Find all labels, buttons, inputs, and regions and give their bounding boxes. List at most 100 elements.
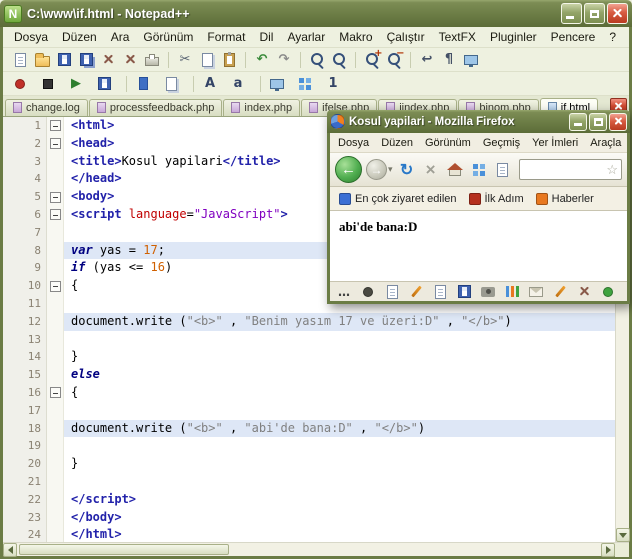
fold-toggle[interactable] (49, 191, 61, 203)
save-all-icon[interactable] (75, 50, 97, 70)
menu-al-t-r[interactable]: Çalıştır (380, 28, 432, 46)
bookmark-en-ok-ziyaret-edilen[interactable]: En çok ziyaret edilen (334, 191, 462, 207)
macro-record-icon[interactable] (9, 74, 31, 94)
history-dropdown-button[interactable]: ▾ (388, 164, 393, 175)
horizontal-scrollbar[interactable] (3, 542, 629, 557)
more-options-icon[interactable]: … (335, 284, 353, 300)
undo-icon[interactable]: ↶ (251, 50, 273, 70)
tab-index.php[interactable]: index.php (223, 99, 301, 116)
maximize-button[interactable] (584, 3, 605, 24)
chart-icon[interactable] (503, 284, 521, 300)
firefox-minimize-button[interactable] (569, 112, 587, 131)
close-button[interactable] (607, 3, 628, 24)
refresh-button[interactable]: ↻ (397, 159, 417, 181)
bookmark-icon[interactable] (132, 74, 154, 94)
menu-yer-i-mleri[interactable]: Yer İmleri (526, 135, 584, 151)
menu-pencere[interactable]: Pencere (544, 28, 603, 46)
menu-format[interactable]: Format (200, 28, 252, 46)
close-all-icon[interactable] (119, 50, 141, 70)
bookmarks-grid-button[interactable] (469, 159, 489, 181)
close-small-icon[interactable] (575, 284, 593, 300)
print-icon[interactable] (141, 50, 163, 70)
macro-play-icon[interactable]: ▶ (65, 74, 87, 94)
doc-map-icon[interactable] (266, 74, 288, 94)
cut-icon[interactable]: ✂ (174, 50, 196, 70)
menu-ara-la[interactable]: Araçla (584, 135, 627, 151)
firefox-titlebar[interactable]: Kosul yapilari - Mozilla Firefox (327, 110, 630, 133)
copy-icon[interactable] (196, 50, 218, 70)
menu-makro[interactable]: Makro (332, 28, 379, 46)
mail-icon (529, 286, 543, 297)
zoom-out-icon[interactable]: − (383, 48, 405, 70)
scroll-left-button[interactable] (3, 543, 17, 557)
menu-textfx[interactable]: TextFX (432, 28, 483, 46)
doc-pair-icon[interactable] (160, 74, 182, 94)
menu-ge-mi[interactable]: Geçmiş (477, 135, 526, 151)
scroll-down-button[interactable] (616, 528, 630, 542)
fold-toggle[interactable] (49, 387, 61, 399)
status-green-icon[interactable] (599, 284, 617, 300)
horizontal-scroll-track[interactable] (17, 543, 601, 556)
notepadpp-titlebar[interactable]: N C:\www\if.html - Notepad++ (0, 0, 632, 27)
minimize-button[interactable] (561, 3, 582, 24)
open-file-icon[interactable] (31, 50, 53, 70)
redo-icon[interactable]: ↷ (273, 50, 295, 70)
horizontal-scroll-thumb[interactable] (19, 544, 230, 555)
forward-button[interactable]: → (366, 159, 387, 180)
menu-pluginler[interactable]: Pluginler (483, 28, 544, 46)
stop-button[interactable]: × (421, 159, 441, 181)
paste-icon[interactable] (218, 50, 240, 70)
firefox-maximize-button[interactable] (589, 112, 607, 131)
macro-save-icon[interactable] (93, 74, 115, 94)
paw-icon[interactable] (359, 284, 377, 300)
macro-stop-icon[interactable] (37, 74, 59, 94)
fold-toggle[interactable] (49, 138, 61, 150)
close-file-icon[interactable] (97, 50, 119, 70)
pencil2-icon[interactable] (551, 284, 569, 300)
bookmark-i-lk-ad-m[interactable]: İlk Adım (464, 191, 529, 207)
lowercase-icon[interactable]: a (227, 74, 249, 94)
save-icon[interactable] (53, 50, 75, 70)
menu-dil[interactable]: Dil (252, 28, 280, 46)
bookmark-haberler[interactable]: Haberler (531, 191, 599, 207)
edit-pencil-icon[interactable] (407, 284, 425, 300)
scroll-right-button[interactable] (601, 543, 615, 557)
menu-d-zen[interactable]: Düzen (375, 135, 419, 151)
menu-dosya[interactable]: Dosya (332, 135, 375, 151)
home-button[interactable] (445, 159, 465, 181)
find-replace-icon[interactable] (328, 50, 350, 70)
menu-g-r-n-m[interactable]: Görünüm (136, 28, 200, 46)
menu-dosya[interactable]: Dosya (7, 28, 55, 46)
fold-toggle[interactable] (49, 280, 61, 292)
page-button[interactable] (493, 159, 513, 181)
zoom-in-icon[interactable]: + (361, 48, 383, 70)
show-symbols-icon[interactable]: ¶ (438, 50, 460, 70)
fold-toggle[interactable] (49, 120, 61, 132)
tab-processfeedback.php[interactable]: processfeedback.php (88, 99, 223, 116)
doc-pair-icon (165, 76, 177, 91)
tab-change.log[interactable]: change.log (5, 99, 88, 116)
back-button[interactable]: ← (335, 156, 362, 183)
fold-toggle[interactable] (49, 209, 61, 221)
document-icon[interactable] (383, 284, 401, 300)
doc-switcher-icon[interactable]: 1 (322, 74, 344, 94)
menu-g-r-n-m[interactable]: Görünüm (419, 135, 477, 151)
firefox-close-button[interactable] (609, 112, 627, 131)
menu-d-zen[interactable]: Düzen (55, 28, 104, 46)
doc-monitor-icon[interactable] (460, 50, 482, 70)
bookmark-star-icon[interactable]: ☆ (606, 163, 618, 176)
menu-ayarlar[interactable]: Ayarlar (280, 28, 332, 46)
document2-icon[interactable] (431, 284, 449, 300)
menu-?[interactable]: ? (602, 28, 623, 46)
location-bar[interactable]: ☆ (518, 159, 622, 180)
function-list-icon[interactable] (294, 74, 316, 94)
camera-icon[interactable] (479, 284, 497, 300)
mail-icon[interactable] (527, 284, 545, 300)
find-icon[interactable] (306, 50, 328, 70)
menu-ara[interactable]: Ara (104, 28, 137, 46)
save-small-icon[interactable] (455, 284, 473, 300)
new-file-icon[interactable] (9, 50, 31, 70)
uppercase-icon[interactable]: A (199, 74, 221, 94)
location-input[interactable] (522, 163, 607, 176)
word-wrap-icon[interactable]: ↩ (416, 50, 438, 70)
